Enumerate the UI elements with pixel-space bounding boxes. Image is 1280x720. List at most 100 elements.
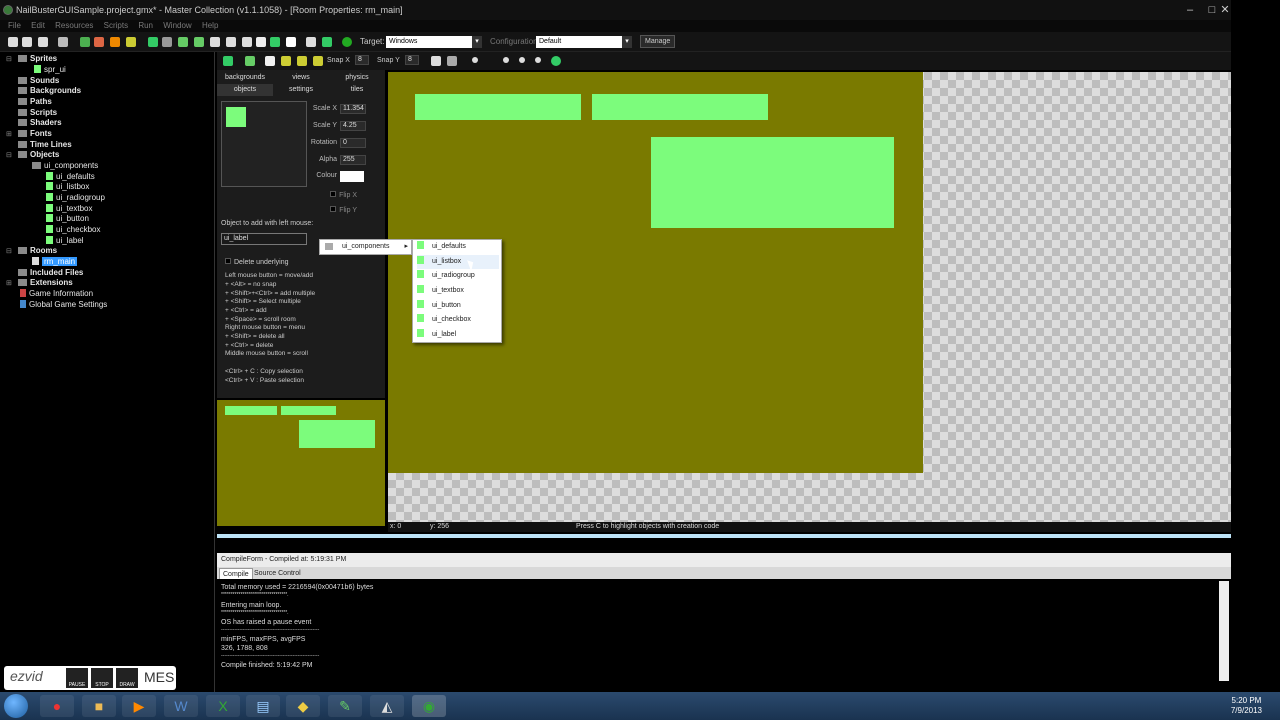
tab-objects[interactable]: objects: [217, 84, 273, 96]
expand-icon[interactable]: ⊞: [6, 130, 12, 138]
tree-item-sprites[interactable]: Sprites: [18, 54, 57, 64]
tree-item-paths[interactable]: Paths: [18, 97, 52, 107]
isometric-icon[interactable]: [447, 56, 457, 66]
sort-y-icon[interactable]: [313, 56, 323, 66]
menu-item-ui-checkbox[interactable]: ui_checkbox: [417, 313, 499, 327]
tab-physics[interactable]: physics: [329, 72, 385, 84]
draw-button[interactable]: DRAW: [116, 668, 138, 688]
tree-item-sounds[interactable]: Sounds: [18, 76, 59, 86]
tab-compile[interactable]: Compile: [219, 568, 253, 579]
room-object-instance[interactable]: [592, 94, 768, 120]
tree-item-objects[interactable]: Objects: [18, 150, 59, 160]
tree-item-ui-components[interactable]: ui_components: [32, 161, 98, 171]
run-icon[interactable]: [80, 37, 90, 47]
menu-help[interactable]: Help: [202, 20, 218, 32]
editor-icon[interactable]: ✎: [328, 695, 362, 717]
tree-item-ui-textbox[interactable]: ui_textbox: [46, 204, 92, 214]
tree-item-time-lines[interactable]: Time Lines: [18, 140, 72, 150]
menu-item-ui-radiogroup[interactable]: ui_radiogroup: [417, 269, 499, 283]
tree-item-ui-checkbox[interactable]: ui_checkbox: [46, 225, 100, 235]
tree-item-shaders[interactable]: Shaders: [18, 118, 62, 128]
tree-item-spr-ui[interactable]: spr_ui: [34, 65, 66, 75]
sound-icon[interactable]: [162, 37, 172, 47]
tree-item-ui-label[interactable]: ui_label: [46, 236, 84, 246]
tree-item-rm-main[interactable]: rm_main: [32, 257, 78, 267]
timeline-icon[interactable]: [256, 37, 266, 47]
clear-icon[interactable]: [265, 56, 275, 66]
room-canvas[interactable]: [388, 72, 1231, 522]
menu-item-ui-components[interactable]: ui_components: [342, 240, 389, 254]
tab-settings[interactable]: settings: [273, 84, 329, 96]
tree-item-ui-listbox[interactable]: ui_listbox: [46, 182, 89, 192]
tree-item-extensions[interactable]: Extensions: [18, 278, 73, 288]
room-minimap[interactable]: [217, 400, 385, 526]
stop-button[interactable]: STOP: [91, 668, 113, 688]
show-icon[interactable]: [472, 57, 478, 63]
tree-item-global-game-settings[interactable]: Global Game Settings: [20, 300, 107, 310]
tree-item-game-information[interactable]: Game Information: [20, 289, 93, 299]
included-files-icon[interactable]: [306, 37, 316, 47]
colour-swatch[interactable]: [340, 171, 364, 182]
scalex-input[interactable]: 11.354: [340, 104, 366, 114]
menu-item-ui-label[interactable]: ui_label: [417, 328, 499, 342]
tree-item-rooms[interactable]: Rooms: [18, 246, 57, 256]
expand-icon[interactable]: ⊞: [6, 279, 12, 287]
flipy-checkbox[interactable]: Flip Y: [307, 206, 357, 214]
sort-x-icon[interactable]: [297, 56, 307, 66]
menu-item-ui-listbox[interactable]: ui_listbox: [417, 255, 499, 269]
shift-icon[interactable]: [281, 56, 291, 66]
object-icon[interactable]: [270, 37, 280, 47]
zoom-in-icon[interactable]: [535, 57, 541, 63]
snapx-input[interactable]: 8: [355, 55, 369, 65]
save-project-icon[interactable]: [38, 37, 48, 47]
manage-button[interactable]: Manage: [640, 35, 676, 48]
word-icon[interactable]: W: [164, 695, 198, 717]
collapse-icon[interactable]: ⊟: [6, 55, 12, 63]
excel-icon[interactable]: X: [206, 695, 240, 717]
tree-item-ui-radiogroup[interactable]: ui_radiogroup: [46, 193, 105, 203]
tree-item-backgrounds[interactable]: Backgrounds: [18, 86, 81, 96]
clean-icon[interactable]: [126, 37, 136, 47]
room-icon[interactable]: [286, 37, 296, 47]
script-icon[interactable]: [210, 37, 220, 47]
menu-file[interactable]: File: [8, 20, 21, 32]
tree-item-scripts[interactable]: Scripts: [18, 108, 57, 118]
scaley-input[interactable]: 4.25: [340, 121, 366, 131]
room-settings-icon[interactable]: [551, 56, 561, 66]
menu-resources[interactable]: Resources: [55, 20, 93, 32]
menu-item-ui-defaults[interactable]: ui_defaults: [417, 240, 499, 254]
undo-icon[interactable]: [245, 56, 255, 66]
chrome-icon[interactable]: ●: [40, 695, 74, 717]
tree-item-ui-defaults[interactable]: ui_defaults: [46, 172, 95, 182]
menu-run[interactable]: Run: [138, 20, 153, 32]
tree-item-included-files[interactable]: Included Files: [18, 268, 83, 278]
start-button[interactable]: [4, 694, 28, 718]
pause-button[interactable]: PAUSE: [66, 668, 88, 688]
stop-icon[interactable]: [110, 37, 120, 47]
zoom-reset-icon[interactable]: [519, 57, 525, 63]
background-icon[interactable]: [178, 37, 188, 47]
alpha-input[interactable]: 255: [340, 155, 366, 165]
menu-scripts[interactable]: Scripts: [104, 20, 128, 32]
menu-item-ui-textbox[interactable]: ui_textbox: [417, 284, 499, 298]
room-object-instance[interactable]: [651, 137, 894, 228]
explorer-icon[interactable]: ■: [82, 695, 116, 717]
media-player-icon[interactable]: ▶: [122, 695, 156, 717]
shader-icon[interactable]: [226, 37, 236, 47]
checkmark-icon[interactable]: [223, 56, 233, 66]
tab-views[interactable]: views: [273, 72, 329, 84]
room-object-instance[interactable]: [415, 94, 581, 120]
menu-edit[interactable]: Edit: [31, 20, 45, 32]
global-settings-icon[interactable]: [342, 37, 352, 47]
collapse-icon[interactable]: ⊟: [6, 247, 12, 255]
delete-underlying-checkbox[interactable]: Delete underlying: [225, 258, 288, 266]
snapy-input[interactable]: 8: [405, 55, 419, 65]
font-icon[interactable]: [242, 37, 252, 47]
tab-source-control[interactable]: Source Control: [251, 568, 304, 579]
menu-window[interactable]: Window: [163, 20, 191, 32]
grid-icon[interactable]: [431, 56, 441, 66]
open-project-icon[interactable]: [22, 37, 32, 47]
app-icon[interactable]: ◭: [370, 695, 404, 717]
new-project-icon[interactable]: [8, 37, 18, 47]
target-select[interactable]: Windows ▾: [386, 36, 482, 48]
